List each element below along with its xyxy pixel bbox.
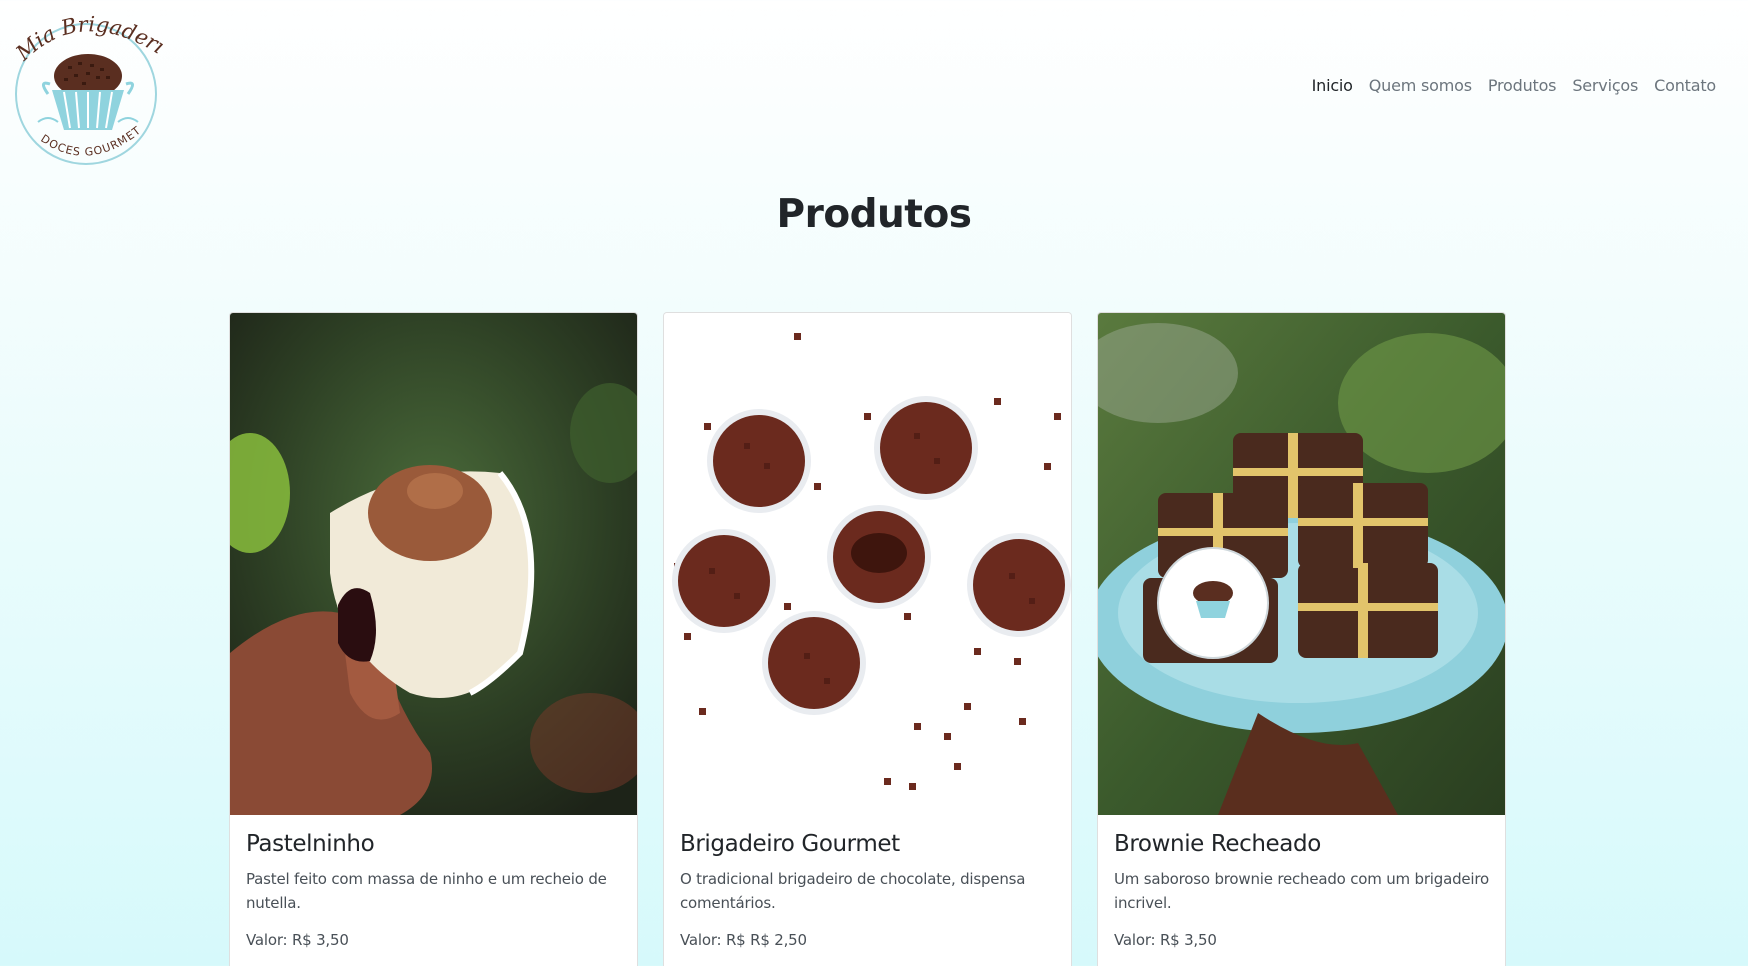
product-card[interactable]: Pastelninho Pastel feito com massa de ni… (229, 312, 638, 966)
nav-link-inicio[interactable]: Inicio (1304, 76, 1361, 95)
product-title: Pastelninho (246, 831, 375, 857)
brand-logo[interactable]: Mia Brigaderia (8, 10, 163, 168)
nav-link-produtos[interactable]: Produtos (1480, 76, 1564, 95)
product-price: Valor: R$ 3,50 (246, 931, 349, 949)
pastel-photo (230, 313, 637, 815)
product-title: Brownie Recheado (1114, 831, 1321, 857)
card-body: Brownie Recheado Um saboroso brownie rec… (1098, 815, 1505, 963)
page-title: Produtos (776, 192, 972, 237)
product-price: Valor: R$ 3,50 (1114, 931, 1217, 949)
nav-menu: Inicio Quem somos Produtos Serviços Cont… (1304, 76, 1724, 95)
product-description: Pastel feito com massa de ninho e um rec… (246, 870, 607, 912)
product-description: Um saboroso brownie recheado com um brig… (1114, 870, 1490, 912)
card-body: Brigadeiro Gourmet O tradicional brigade… (664, 815, 1071, 963)
brigadeiro-photo (664, 313, 1071, 815)
product-card[interactable]: Brigadeiro Gourmet O tradicional brigade… (663, 312, 1072, 966)
product-card[interactable]: Brownie Recheado Um saboroso brownie rec… (1097, 312, 1506, 966)
product-title: Brigadeiro Gourmet (680, 831, 900, 857)
nav-link-servicos[interactable]: Serviços (1564, 76, 1646, 95)
nav-link-contato[interactable]: Contato (1646, 76, 1724, 95)
nav-link-quem-somos[interactable]: Quem somos (1361, 76, 1480, 95)
card-body: Pastelninho Pastel feito com massa de ni… (230, 815, 637, 963)
navbar: Mia Brigaderia (0, 0, 1748, 176)
product-cards: Pastelninho Pastel feito com massa de ni… (229, 312, 1506, 966)
product-price: Valor: R$ R$ 2,50 (680, 931, 807, 949)
product-description: O tradicional brigadeiro de chocolate, d… (680, 870, 1026, 912)
brownie-photo (1098, 313, 1505, 815)
